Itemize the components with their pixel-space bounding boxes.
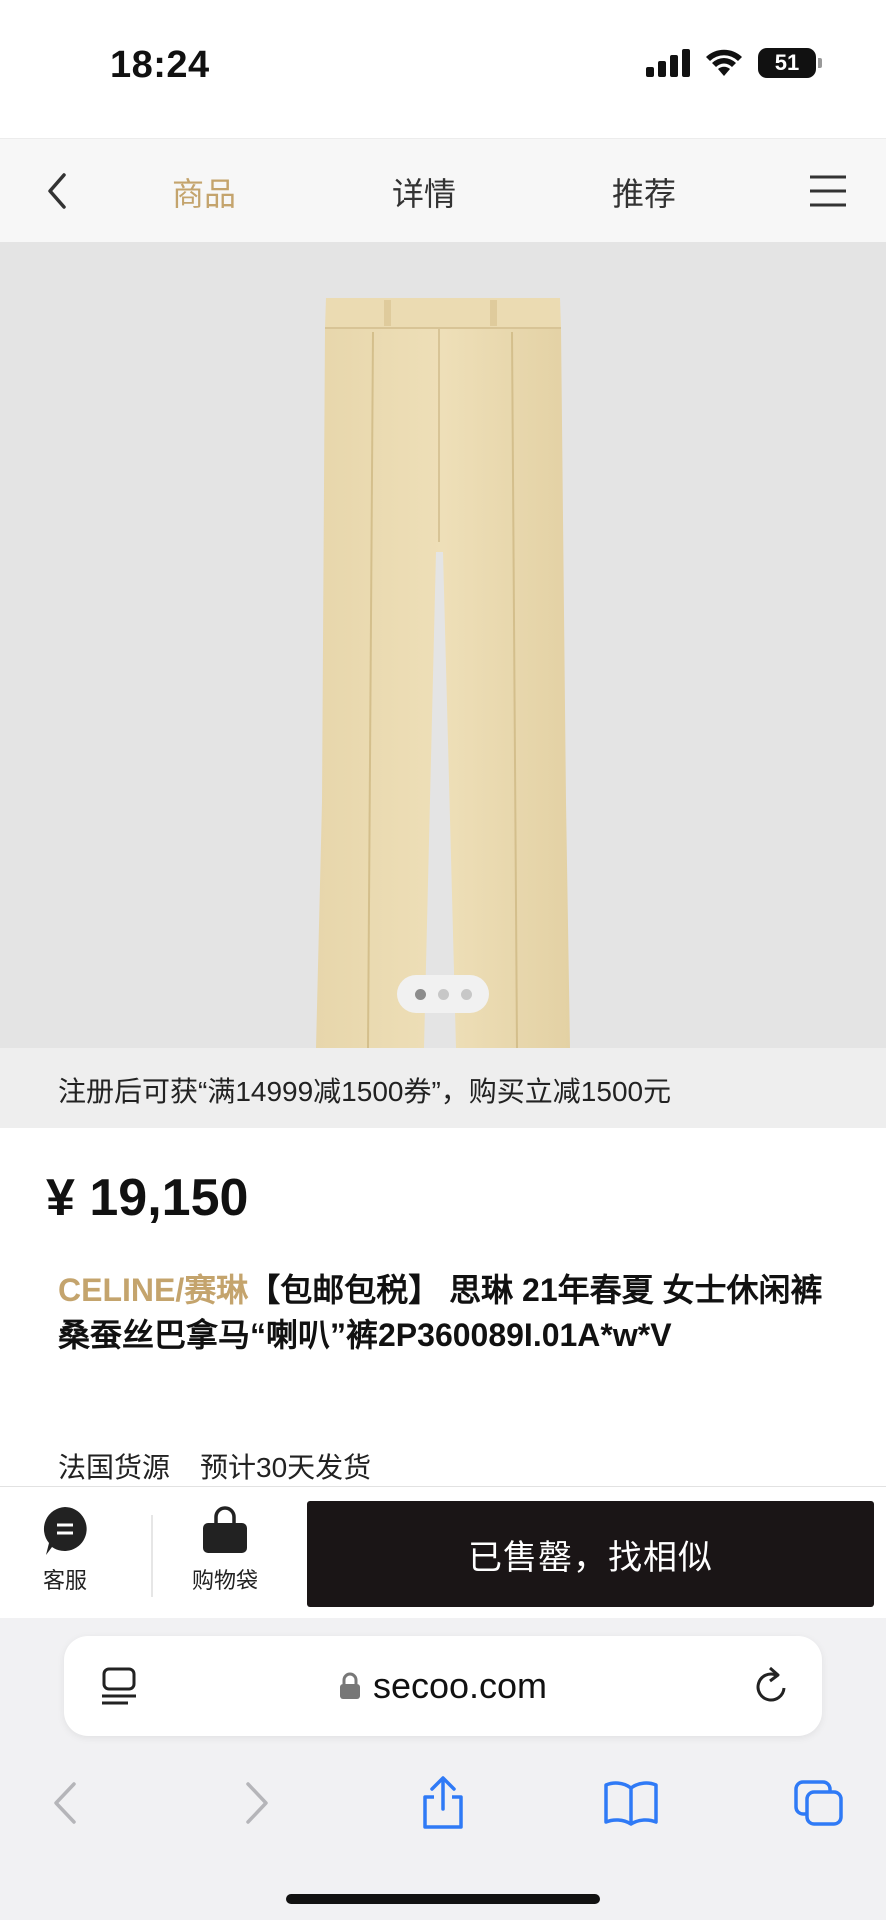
browser-toolbar xyxy=(0,1768,886,1858)
chevron-right-icon xyxy=(246,1782,268,1824)
tabs-icon xyxy=(794,1780,843,1826)
address-bar[interactable]: secoo.com xyxy=(64,1636,822,1736)
divider xyxy=(151,1515,153,1597)
tab-product[interactable]: 商品 xyxy=(172,169,236,215)
product-brand[interactable]: CELINE/赛琳 xyxy=(58,1272,248,1308)
share-button[interactable] xyxy=(408,1768,478,1838)
shipping-estimate: 预计30天发货 xyxy=(200,1452,372,1483)
image-pager xyxy=(397,975,489,1013)
url-display: secoo.com xyxy=(64,1636,822,1736)
browser-chrome: secoo.com xyxy=(0,1618,886,1920)
reload-icon[interactable] xyxy=(752,1664,792,1708)
origin-shipping-row: 法国货源 预计30天发货 xyxy=(58,1446,371,1486)
share-icon xyxy=(423,1776,463,1829)
product-photo-trousers xyxy=(316,298,570,1048)
customer-service-label: 客服 xyxy=(42,1568,87,1593)
browser-back-button[interactable] xyxy=(30,1768,100,1838)
status-icons: 51 xyxy=(646,48,822,78)
promo-text: 注册后可获“满14999减1500券”，购买立减1500元 xyxy=(58,1076,672,1107)
shopping-bag-label: 购物袋 xyxy=(192,1568,259,1593)
tab-details[interactable]: 详情 xyxy=(392,169,456,215)
promo-banner[interactable]: 注册后可获“满14999减1500券”，购买立减1500元 xyxy=(0,1048,886,1128)
pager-dot xyxy=(460,988,472,1000)
status-time: 18:24 xyxy=(110,44,210,86)
bottom-action-bar: 客服 购物袋 已售罄，找相似 xyxy=(0,1486,886,1618)
url-domain: secoo.com xyxy=(372,1665,548,1706)
lock-icon xyxy=(339,1672,360,1699)
product-image-carousel[interactable] xyxy=(0,242,886,1048)
shopping-bag-button[interactable]: 购物袋 xyxy=(192,1505,258,1595)
pager-dot xyxy=(437,988,449,1000)
find-similar-button[interactable]: 已售罄，找相似 xyxy=(307,1501,874,1607)
tabs-button[interactable] xyxy=(784,1768,854,1838)
product-origin: 法国货源 xyxy=(58,1452,171,1483)
menu-icon[interactable] xyxy=(808,173,848,209)
tab-recommend[interactable]: 推荐 xyxy=(612,169,676,215)
chat-bubble-icon xyxy=(43,1507,87,1555)
battery-icon: 51 xyxy=(758,48,822,78)
wifi-icon xyxy=(706,49,742,76)
home-indicator xyxy=(286,1894,600,1904)
shopping-bag-icon xyxy=(203,1506,247,1553)
chevron-left-icon xyxy=(54,1782,76,1824)
cellular-signal-icon xyxy=(646,49,690,77)
battery-level: 51 xyxy=(774,50,800,75)
product-title: CELINE/赛琳【包邮包税】 思琳 21年春夏 女士休闲裤 桑蚕丝巴拿马“喇叭… xyxy=(58,1268,838,1358)
product-price: ¥ 19,150 xyxy=(46,1169,249,1227)
nav-tabs: 商品 详情 推荐 xyxy=(0,139,886,243)
pager-dot xyxy=(414,988,426,1000)
product-top-nav: 商品 详情 推荐 xyxy=(0,138,886,242)
bookmarks-button[interactable] xyxy=(596,1768,666,1838)
status-bar: 18:24 51 xyxy=(0,0,886,138)
browser-forward-button[interactable] xyxy=(222,1768,292,1838)
customer-service-button[interactable]: 客服 xyxy=(40,1505,90,1595)
book-icon xyxy=(604,1781,658,1826)
